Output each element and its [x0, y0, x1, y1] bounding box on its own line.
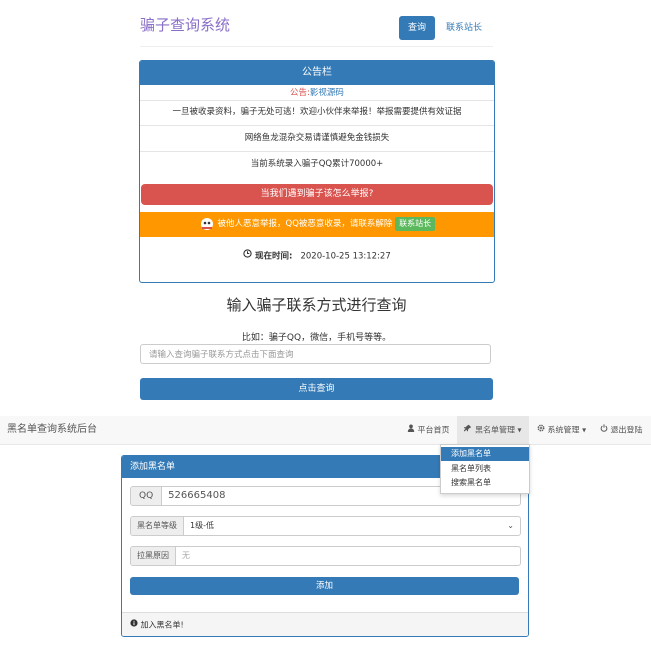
header-divider	[140, 46, 493, 47]
caret-down-icon: ▾	[582, 425, 587, 435]
reason-field[interactable]: 拉黑原因 无	[130, 546, 521, 566]
power-icon	[600, 416, 608, 444]
query-title: 输入骗子联系方式进行查询	[226, 296, 407, 314]
pin-icon	[464, 416, 472, 444]
admin-nav-settings[interactable]: 系统管理 ▾	[537, 416, 586, 444]
warning-bar: 被他人恶意举报，QQ被恶意收录，请联系解除 联系站长	[140, 212, 494, 237]
dropdown-item-search[interactable]: 搜索黑名单	[441, 476, 529, 490]
level-select[interactable]: 黑名单等级 1级-低 ⌄	[130, 516, 521, 536]
time-value: 2020-10-25 13:12:27	[300, 251, 391, 262]
reason-input[interactable]: 无	[176, 547, 520, 565]
admin-nav-settings-label: 系统管理	[547, 425, 580, 435]
admin-nav-home[interactable]: 平台首页	[407, 416, 450, 444]
admin-brand[interactable]: 黑名单查询系统后台	[7, 416, 97, 444]
query-submit-button[interactable]: 点击查询	[140, 378, 493, 400]
notice-sub-link[interactable]: 影视源码	[310, 88, 344, 98]
add-panel-footer: 加入黑名单!	[122, 612, 528, 636]
admin-nav-home-label: 平台首页	[417, 425, 450, 435]
report-guide-button[interactable]: 当我们遇到骗子该怎么举报?	[141, 184, 493, 205]
dropdown-item-list[interactable]: 黑名单列表	[441, 462, 529, 476]
notice-panel: 公告栏 公告:影视源码 一旦被收录资料，骗子无处可逃！欢迎小伙伴来举报！举报需要…	[139, 60, 495, 283]
qq-field-label: QQ	[131, 487, 163, 505]
notice-panel-header: 公告栏	[140, 61, 494, 85]
nav-contact-link[interactable]: 联系站长	[446, 16, 482, 40]
admin-nav-blacklist-label: 黑名单管理	[474, 425, 515, 435]
level-field-label: 黑名单等级	[131, 517, 184, 535]
dropdown-item-add[interactable]: 添加黑名单	[441, 447, 529, 461]
site-title: 骗子查询系统	[140, 16, 231, 34]
blacklist-dropdown-menu: 添加黑名单 黑名单列表 搜索黑名单	[440, 444, 530, 494]
warning-contact-button[interactable]: 联系站长	[395, 216, 436, 231]
warning-text: 被他人恶意举报，QQ被恶意收录，请联系解除	[217, 219, 393, 229]
time-label: 现在时间:	[254, 251, 293, 262]
add-submit-button[interactable]: 添加	[130, 577, 519, 595]
admin-nav-logout[interactable]: 退出登陆	[600, 416, 643, 444]
nav-query-button[interactable]: 查询	[399, 16, 435, 40]
user-icon	[407, 416, 415, 444]
admin-nav-logout-label: 退出登陆	[610, 425, 643, 435]
query-example-text: 比如：骗子QQ，微信，手机号等等。	[241, 333, 392, 343]
qq-mascot-icon	[199, 217, 215, 231]
reason-field-label: 拉黑原因	[131, 547, 176, 565]
current-time-row: 现在时间: 2020-10-25 13:12:27	[140, 249, 494, 263]
notice-subline: 公告:影视源码	[140, 87, 494, 99]
admin-nav-blacklist[interactable]: 黑名单管理 ▾	[457, 416, 529, 444]
notice-line: 网络鱼龙混杂交易请谨慎避免金钱损失	[244, 133, 390, 143]
divider	[140, 151, 494, 152]
caret-down-icon: ▾	[517, 425, 522, 435]
query-input[interactable]: 请输入查询骗子联系方式点击下面查询	[140, 344, 491, 364]
admin-navbar: 黑名单查询系统后台 平台首页 黑名单管理 ▾ 系统管理 ▾ 退出登陆	[0, 416, 651, 445]
chevron-down-icon[interactable]: ⌄	[507, 517, 514, 535]
notice-line: 当前系统录入骗子QQ累计70000+	[250, 159, 384, 169]
info-circle-icon	[130, 613, 138, 636]
divider	[140, 100, 494, 101]
divider	[140, 125, 494, 126]
add-panel-footer-text: 加入黑名单!	[140, 620, 184, 630]
notice-line: 一旦被收录资料，骗子无处可逃！欢迎小伙伴来举报！举报需要提供有效证据	[172, 107, 462, 117]
notice-sub-label: 公告:	[290, 88, 310, 98]
gear-icon	[537, 416, 545, 444]
level-select-value[interactable]: 1级-低	[184, 517, 520, 535]
clock-icon	[243, 249, 252, 263]
